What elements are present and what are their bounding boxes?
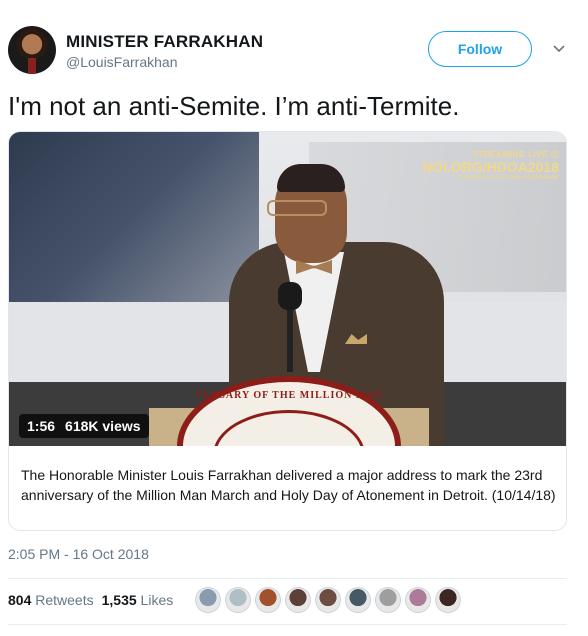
avatar[interactable]: [8, 26, 56, 74]
speaker-hair: [277, 164, 345, 192]
liker-avatar[interactable]: [195, 587, 221, 613]
liker-avatar[interactable]: [225, 587, 251, 613]
liker-avatars: [195, 587, 461, 613]
liker-avatar[interactable]: [315, 587, 341, 613]
video-duration: 1:56: [27, 418, 56, 434]
liker-avatar[interactable]: [435, 587, 461, 613]
retweets-stat[interactable]: 804 Retweets: [8, 592, 94, 608]
seal-inner-ring: [213, 410, 365, 446]
chevron-down-icon[interactable]: [552, 42, 566, 56]
video-player[interactable]: STREAMING LIVE @ NOI.ORG/HDOA2018 Detroi…: [9, 132, 566, 446]
liker-avatar[interactable]: [255, 587, 281, 613]
follow-button[interactable]: Follow: [428, 31, 532, 67]
divider: [8, 578, 567, 579]
liker-avatar[interactable]: [375, 587, 401, 613]
tweet-header: MINISTER FARRAKHAN @LouisFarrakhan Follo…: [0, 0, 588, 90]
speaker-glasses: [267, 200, 327, 216]
likes-label: Likes: [140, 592, 174, 608]
likes-stat[interactable]: 1,535 Likes: [102, 592, 174, 608]
liker-avatar[interactable]: [285, 587, 311, 613]
tweet-text: I'm not an anti-Semite. I’m anti-Termite…: [8, 91, 460, 121]
stream-label: STREAMING LIVE @: [472, 150, 559, 159]
tweet-timestamp[interactable]: 2:05 PM - 16 Oct 2018: [8, 546, 149, 562]
retweets-count: 804: [8, 592, 32, 608]
display-name[interactable]: MINISTER FARRAKHAN: [66, 32, 263, 52]
background-banner: [9, 132, 259, 302]
liker-avatar[interactable]: [405, 587, 431, 613]
stream-overlay: STREAMING LIVE @ NOI.ORG/HDOA2018 Detroi…: [399, 150, 559, 181]
video-views: 618K views: [65, 418, 141, 434]
stream-location: Detroit | Aretha Franklin Amphitheater: [459, 175, 559, 181]
liker-avatar[interactable]: [345, 587, 371, 613]
avatar-tie: [28, 58, 36, 74]
tweet-stats: 804 Retweets 1,535 Likes: [8, 592, 173, 608]
user-handle[interactable]: @LouisFarrakhan: [66, 54, 178, 70]
video-badge: 1:56 618K views: [19, 414, 149, 438]
microphone-icon: [278, 282, 302, 310]
seal-text: VERSARY OF THE MILLION MAN: [195, 390, 383, 401]
video-caption: The Honorable Minister Louis Farrakhan d…: [21, 467, 556, 503]
divider: [8, 624, 567, 625]
stream-url: NOI.ORG/HDOA2018: [422, 159, 559, 175]
video-card[interactable]: STREAMING LIVE @ NOI.ORG/HDOA2018 Detroi…: [8, 131, 567, 531]
retweets-label: Retweets: [35, 592, 94, 608]
likes-count: 1,535: [101, 592, 137, 608]
